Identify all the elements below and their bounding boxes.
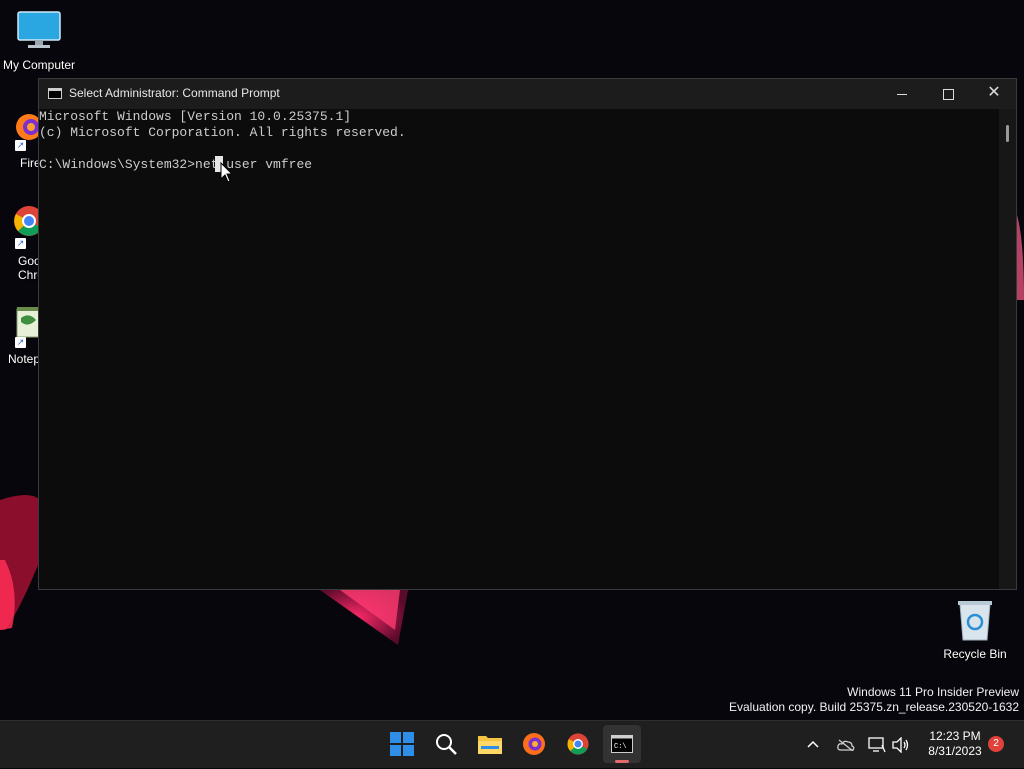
console-line: Microsoft Windows [Version 10.0.25375.1] [39, 109, 352, 124]
minimize-icon [897, 94, 907, 95]
volume-icon [892, 737, 909, 753]
maximize-icon [943, 89, 954, 100]
title-bar[interactable]: Select Administrator: Command Prompt ✕ [39, 79, 1016, 109]
console-line: (c) Microsoft Corporation. All rights re… [39, 125, 406, 140]
desktop-icon-label: Recycle Bin [943, 647, 1007, 661]
close-button[interactable]: ✕ [971, 79, 1017, 109]
evaluation-watermark: Windows 11 Pro Insider Preview Evaluatio… [729, 685, 1019, 715]
desktop-icon-recycle-bin[interactable]: Recycle Bin [940, 596, 1010, 662]
file-explorer-icon [478, 736, 502, 754]
firefox-icon [523, 733, 545, 755]
monitor-icon [17, 11, 61, 48]
svg-text:C:\: C:\ [614, 743, 627, 751]
scrollbar-thumb[interactable] [1006, 125, 1009, 142]
shortcut-arrow-icon: ↗ [15, 337, 26, 348]
command-input-line[interactable]: C:\Windows\System32>net user vmfree [39, 157, 312, 173]
chrome-button[interactable] [559, 725, 597, 763]
chevron-up-icon [807, 740, 819, 748]
desktop-icon-firefox[interactable]: ↗ Firef [0, 110, 44, 172]
desktop-icon-notepad[interactable]: ↗ Notep [0, 304, 42, 368]
clock[interactable]: 12:23 PM 8/31/2023 [920, 729, 990, 759]
desktop-icon-my-computer[interactable]: My Computer [0, 8, 78, 74]
close-icon: ✕ [987, 84, 1001, 101]
console-output[interactable]: Microsoft Windows [Version 10.0.25375.1]… [39, 109, 999, 589]
notification-badge[interactable]: 2 [988, 736, 1004, 752]
window-title: Select Administrator: Command Prompt [69, 86, 280, 100]
network-button[interactable] [866, 721, 888, 769]
vertical-scrollbar[interactable] [999, 109, 1016, 589]
search-icon [436, 734, 457, 755]
command-prompt-icon: C:\ [611, 735, 633, 753]
onedrive-button[interactable] [834, 721, 858, 769]
shortcut-arrow-icon: ↗ [15, 238, 26, 249]
search-button[interactable] [427, 725, 465, 763]
desktop-icon-label: My Computer [2, 58, 76, 72]
firefox-button[interactable] [515, 725, 553, 763]
active-indicator [615, 760, 629, 763]
watermark-line: Evaluation copy. Build 25375.zn_release.… [729, 700, 1019, 714]
start-button[interactable] [383, 725, 421, 763]
clock-date: 8/31/2023 [928, 744, 982, 758]
clock-time: 12:23 PM [929, 729, 981, 743]
file-explorer-button[interactable] [471, 725, 509, 763]
recycle-bin-icon [958, 601, 992, 641]
mouse-pointer-icon [220, 162, 234, 183]
shortcut-arrow-icon: ↗ [15, 140, 26, 151]
start-icon [390, 732, 414, 756]
chrome-icon [567, 733, 589, 755]
command-prompt-window[interactable]: Select Administrator: Command Prompt ✕ M… [38, 78, 1017, 590]
network-icon [868, 737, 886, 753]
maximize-button[interactable] [925, 79, 971, 109]
volume-button[interactable] [890, 721, 912, 769]
command-prompt-icon [48, 88, 62, 99]
minimize-button[interactable] [879, 79, 925, 109]
desktop-icon-chrome[interactable]: ↗ Goo Chro [0, 202, 44, 284]
command-prompt-taskbar-button[interactable]: C:\ [603, 725, 641, 763]
onedrive-icon [837, 739, 855, 751]
watermark-line: Windows 11 Pro Insider Preview [847, 685, 1019, 699]
taskbar: C:\ 12:23 PM 8/31/2023 [0, 720, 1024, 768]
show-hidden-icons-button[interactable] [802, 721, 824, 769]
